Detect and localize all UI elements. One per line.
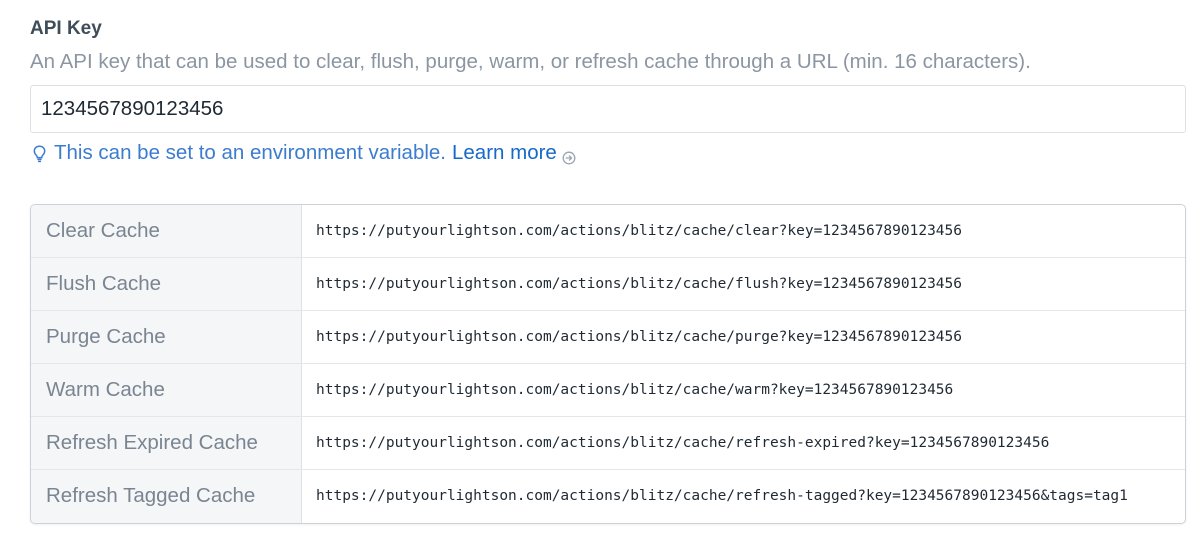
- row-label: Purge Cache: [31, 310, 302, 364]
- env-tip: This can be set to an environment variab…: [33, 140, 576, 166]
- row-label: Flush Cache: [31, 257, 302, 311]
- learn-more-link[interactable]: Learn more: [452, 140, 557, 166]
- row-label: Refresh Expired Cache: [31, 416, 302, 470]
- row-label: Refresh Tagged Cache: [31, 469, 302, 523]
- table-row: Refresh Tagged Cache https://putyourligh…: [31, 469, 1186, 524]
- row-url[interactable]: https://putyourlightson.com/actions/blit…: [301, 205, 1185, 258]
- api-key-instructions: An API key that can be used to clear, fl…: [30, 50, 1031, 73]
- row-url[interactable]: https://putyourlightson.com/actions/blit…: [301, 363, 1185, 417]
- table-row: Flush Cache https://putyourlightson.com/…: [31, 257, 1185, 311]
- row-url[interactable]: https://putyourlightson.com/actions/blit…: [301, 257, 1185, 311]
- cache-url-table: Clear Cache https://putyourlightson.com/…: [30, 204, 1186, 524]
- table-row: Clear Cache https://putyourlightson.com/…: [31, 205, 1185, 258]
- row-url[interactable]: https://putyourlightson.com/actions/blit…: [302, 470, 1186, 524]
- table-row: Refresh Expired Cache https://putyourlig…: [31, 416, 1185, 470]
- row-url[interactable]: https://putyourlightson.com/actions/blit…: [301, 310, 1185, 364]
- row-label: Warm Cache: [31, 363, 302, 417]
- circle-arrow-right-icon[interactable]: [562, 146, 576, 165]
- table-row: Purge Cache https://putyourlightson.com/…: [31, 310, 1185, 364]
- row-url[interactable]: https://putyourlightson.com/actions/blit…: [301, 416, 1185, 470]
- api-key-heading: API Key: [30, 18, 102, 39]
- lightbulb-icon: [33, 144, 46, 163]
- api-key-input[interactable]: [30, 85, 1186, 133]
- table-row: Warm Cache https://putyourlightson.com/a…: [31, 363, 1185, 417]
- env-tip-text: This can be set to an environment variab…: [54, 141, 446, 164]
- row-label: Clear Cache: [31, 205, 302, 258]
